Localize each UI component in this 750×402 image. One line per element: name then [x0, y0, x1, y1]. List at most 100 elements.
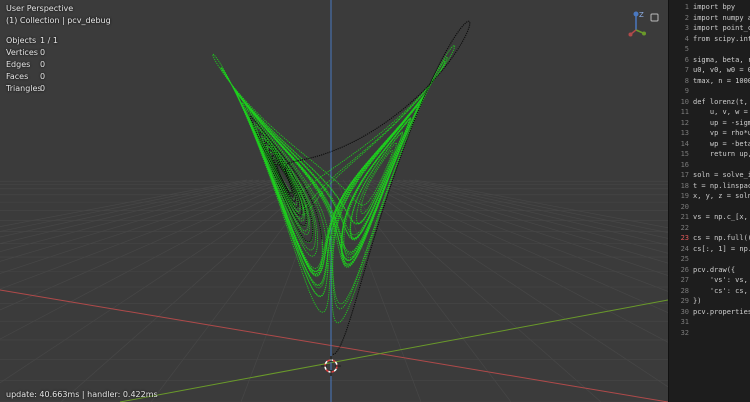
y-axis-line — [119, 299, 668, 402]
code-line[interactable]: 22 — [669, 224, 693, 233]
code-line[interactable]: 18 t = np.linspac — [669, 182, 750, 191]
code-line[interactable]: 23 cs = np.full(( — [669, 234, 750, 243]
stat-label: Vertices — [6, 48, 38, 57]
line-number: 15 — [680, 150, 689, 158]
3d-viewport[interactable]: User Perspective (1) Collection | pcv_de… — [0, 0, 668, 402]
line-number: 8 — [684, 76, 689, 85]
code-text[interactable]: pcv.properties — [693, 308, 750, 317]
code-line[interactable]: 2 import numpy a — [669, 14, 750, 23]
code-text[interactable]: soln = solve_i — [693, 171, 750, 180]
line-number: 7 — [684, 66, 689, 74]
line-number: 25 — [680, 255, 689, 263]
code-text[interactable]: vp = rho*u — [693, 129, 750, 138]
code-text[interactable]: x, y, z = soln — [693, 192, 750, 201]
line-number: 30 — [680, 307, 689, 316]
code-line[interactable]: 26 pcv.draw({ — [669, 265, 736, 275]
code-line[interactable]: 21 vs = np.c_[x, — [669, 213, 748, 222]
code-text[interactable]: 'cs': cs, — [693, 287, 748, 296]
line-number: 28 — [680, 286, 689, 295]
navigation-gizmo-icon[interactable]: Z — [626, 8, 660, 38]
view-perspective-label: User Perspective — [6, 4, 74, 13]
code-line[interactable]: 28 'cs': cs, — [669, 287, 748, 296]
code-line[interactable]: 10 def lorenz(t, — [669, 98, 748, 107]
code-text[interactable]: import numpy a — [693, 14, 750, 23]
code-line[interactable]: 25 — [669, 255, 693, 264]
code-text[interactable]: import point_c — [693, 24, 750, 33]
code-line[interactable]: 29}) — [669, 297, 702, 306]
collection-label: (1) Collection | pcv_debug — [6, 16, 111, 25]
stat-value: 0 — [40, 48, 46, 57]
scene-statistics: Objects 1 / 1 Vertices 0 Edges 0 Faces 0… — [6, 35, 60, 95]
code-line[interactable]: 15 return up, — [669, 150, 750, 159]
code-line[interactable]: 6 sigma, beta, r — [669, 56, 750, 65]
stat-row-triangles: Triangles 0 — [6, 83, 60, 95]
x-axis-line — [0, 289, 668, 402]
code-text[interactable]: cs[:, 1] = np. — [693, 245, 750, 254]
code-line[interactable]: 19 x, y, z = soln — [669, 192, 750, 201]
code-line[interactable]: 11 u, v, w = — [669, 108, 748, 117]
text-editor-panel[interactable]: 1 import bpy 2 import numpy a 3 import point_… — [668, 0, 750, 402]
gizmo-z-label: Z — [639, 11, 644, 19]
stat-label: Edges — [6, 60, 31, 69]
code-text[interactable]: tmax, n = 1000 — [693, 77, 750, 86]
code-text[interactable]: up = -sigm — [693, 119, 750, 128]
line-number: 9 — [684, 87, 689, 95]
code-line[interactable]: 32 — [669, 329, 693, 338]
code-text[interactable]: return up, — [693, 150, 750, 159]
line-number: 3 — [684, 24, 689, 32]
code-line[interactable]: 31 — [669, 318, 693, 327]
code-text[interactable]: wp = -beta — [693, 140, 750, 149]
code-text[interactable]: from scipy.int — [693, 35, 750, 44]
code-text[interactable]: }) — [693, 297, 701, 306]
code-line[interactable]: 12 up = -sigm — [669, 119, 750, 128]
line-number: 14 — [680, 139, 689, 148]
code-line[interactable]: 17 soln = solve_i — [669, 171, 750, 180]
code-text[interactable]: sigma, beta, r — [693, 56, 750, 65]
code-text[interactable]: t = np.linspac — [693, 182, 750, 191]
line-number: 32 — [680, 328, 689, 337]
line-number: 4 — [684, 34, 689, 43]
stat-row-edges: Edges 0 — [6, 59, 60, 71]
line-number: 29 — [680, 297, 689, 305]
line-number: 16 — [680, 160, 689, 169]
line-number: 22 — [680, 223, 689, 232]
stat-label: Faces — [6, 72, 29, 81]
code-line[interactable]: 5 — [669, 45, 693, 54]
line-number: 13 — [680, 129, 689, 137]
line-number: 20 — [680, 202, 689, 211]
stat-label: Objects — [6, 36, 37, 45]
code-line[interactable]: 27 'vs': vs, — [669, 276, 748, 285]
code-text[interactable]: import bpy — [693, 3, 735, 12]
line-number: 21 — [680, 213, 689, 221]
code-line[interactable]: 16 — [669, 161, 693, 170]
code-text[interactable]: def lorenz(t, — [693, 98, 748, 107]
line-number: 26 — [680, 265, 689, 274]
code-line[interactable]: 24 cs[:, 1] = np. — [669, 245, 750, 254]
line-number: 31 — [680, 318, 689, 326]
stat-value: 0 — [40, 60, 46, 69]
code-text[interactable]: pcv.draw({ — [693, 266, 735, 275]
code-line[interactable]: 14 wp = -beta — [669, 140, 750, 149]
code-line[interactable]: 9 — [669, 87, 693, 96]
stat-row-faces: Faces 0 — [6, 71, 60, 83]
code-text[interactable]: u, v, w = — [693, 108, 748, 117]
code-line[interactable]: 1 import bpy — [669, 3, 735, 12]
line-number: 12 — [680, 118, 689, 127]
line-number: 10 — [680, 97, 689, 106]
code-text[interactable]: u0, v0, w0 = 0 — [693, 66, 750, 75]
line-number: 1 — [684, 3, 689, 11]
viewport-scene[interactable] — [0, 0, 668, 402]
code-line[interactable]: 7 u0, v0, w0 = 0 — [669, 66, 750, 75]
code-text[interactable]: vs = np.c_[x, — [693, 213, 748, 222]
code-line[interactable]: 8 tmax, n = 1000 — [669, 77, 750, 86]
code-line[interactable]: 3 import point_c — [669, 24, 750, 33]
stat-row-objects: Objects 1 / 1 — [6, 35, 60, 47]
stat-value: 0 — [40, 84, 46, 93]
code-text[interactable]: 'vs': vs, — [693, 276, 748, 285]
code-text[interactable]: cs = np.full(( — [693, 234, 750, 243]
line-number: 6 — [684, 55, 689, 64]
code-line[interactable]: 30 pcv.properties — [669, 308, 750, 317]
code-line[interactable]: 13 vp = rho*u — [669, 129, 750, 138]
code-line[interactable]: 4 from scipy.int — [669, 35, 750, 44]
code-line[interactable]: 20 — [669, 203, 693, 212]
